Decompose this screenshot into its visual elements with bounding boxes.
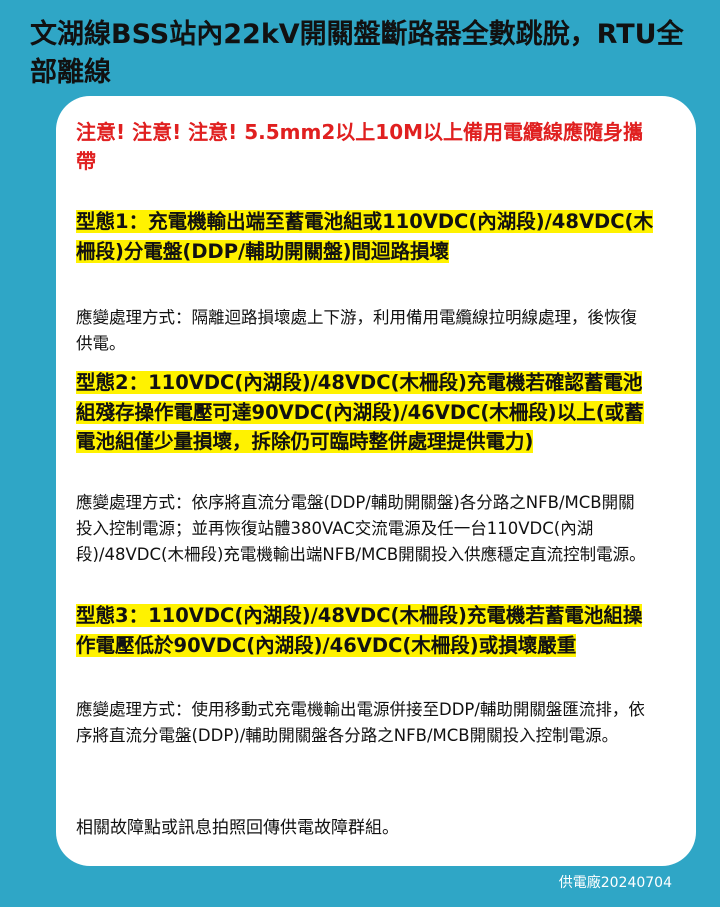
type-2-heading-text: 型態2：110VDC(內湖段)/48VDC(木柵段)充電機若確認蓄電池組殘存操作… (76, 371, 644, 453)
type-3-heading-text: 型態3：110VDC(內湖段)/48VDC(木柵段)充電機若蓄電池組操作電壓低於… (76, 604, 643, 657)
type-1-response: 應變處理方式：隔離迴路損壞處上下游，利用備用電纜線拉明線處理，後恢復供電。 (76, 308, 637, 353)
notice-card: 注意! 注意! 注意! 5.5mm2以上10M以上備用電纜線應隨身攜帶 型態1：… (56, 96, 696, 866)
credit-label: 供電廠20240704 (558, 875, 672, 891)
type-2-response: 應變處理方式：依序將直流分電盤(DDP/輔助開關盤)各分路之NFB/MCB開關投… (76, 493, 646, 564)
type-3-heading: 型態3：110VDC(內湖段)/48VDC(木柵段)充電機若蓄電池組操作電壓低於… (76, 601, 656, 660)
type-1-heading: 型態1：充電機輸出端至蓄電池組或110VDC(內湖段)/48VDC(木柵段)分電… (76, 207, 656, 266)
type-2-heading: 型態2：110VDC(內湖段)/48VDC(木柵段)充電機若確認蓄電池組殘存操作… (76, 368, 656, 457)
type-1-heading-text: 型態1：充電機輸出端至蓄電池組或110VDC(內湖段)/48VDC(木柵段)分電… (76, 210, 653, 263)
type-3-response: 應變處理方式：使用移動式充電機輸出電源併接至DDP/輔助開關盤匯流排，依序將直流… (76, 700, 645, 745)
page-title: 文湖線BSS站內22kV開關盤斷路器全數跳脫，RTU全部離線 (30, 19, 684, 88)
footer-note: 相關故障點或訊息拍照回傳供電故障群組。 (76, 818, 399, 838)
warning-text: 注意! 注意! 注意! 5.5mm2以上10M以上備用電纜線應隨身攜帶 (76, 120, 644, 173)
